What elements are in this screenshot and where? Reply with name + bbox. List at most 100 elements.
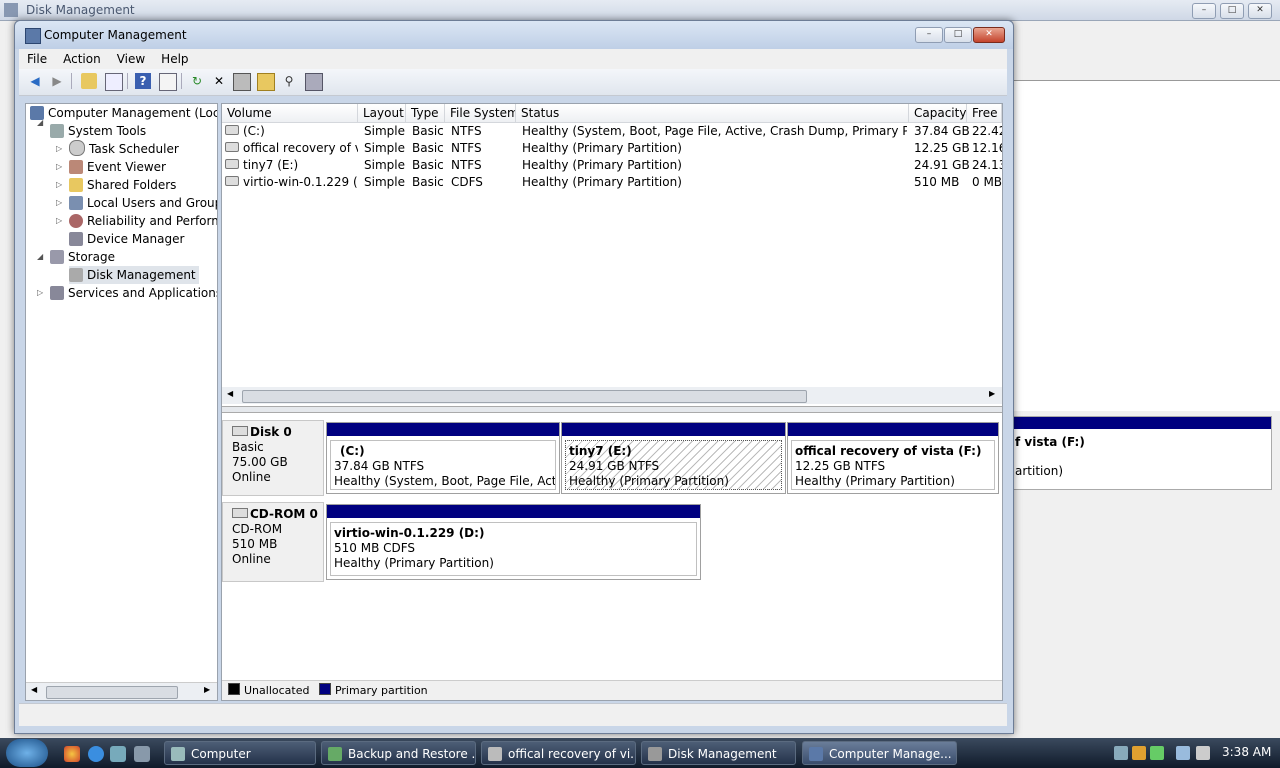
- help-icon[interactable]: ?: [135, 73, 151, 89]
- bg-minimize-button[interactable]: –: [1192, 3, 1216, 19]
- expand-icon[interactable]: ▷: [56, 180, 64, 189]
- disk-settings-icon[interactable]: [305, 73, 323, 91]
- tree-item-system-tools[interactable]: System Tools: [50, 122, 146, 140]
- disk-0-info[interactable]: Disk 0 Basic 75.00 GB Online: [222, 420, 324, 496]
- delete-icon[interactable]: ✕: [211, 73, 227, 89]
- collapse-icon[interactable]: ◢: [37, 118, 45, 127]
- network-status-icon[interactable]: [1176, 746, 1190, 760]
- tools-icon: [50, 124, 64, 138]
- tree-item-local-users[interactable]: Local Users and Groups: [69, 194, 217, 212]
- minimize-button[interactable]: –: [915, 27, 943, 43]
- menu-file[interactable]: File: [19, 49, 55, 69]
- menu-action[interactable]: Action: [55, 49, 109, 69]
- column-file-system[interactable]: File System: [445, 104, 516, 122]
- scroll-left-icon[interactable]: ◀: [31, 685, 37, 694]
- expand-icon[interactable]: ▷: [56, 144, 64, 153]
- tree-item-services[interactable]: Services and Applications: [50, 284, 217, 302]
- tree-item-event-viewer[interactable]: Event Viewer: [69, 158, 166, 176]
- properties-pane-icon[interactable]: [159, 73, 177, 91]
- maximize-button[interactable]: □: [944, 27, 972, 43]
- open-folder-icon[interactable]: [257, 73, 275, 91]
- bg-maximize-button[interactable]: □: [1220, 3, 1244, 19]
- partition-c[interactable]: (C:) 37.84 GB NTFS Healthy (System, Boot…: [326, 422, 560, 494]
- expand-icon[interactable]: ▷: [56, 216, 64, 225]
- bg-partition-label: f vista (F:): [1015, 435, 1085, 449]
- partition-size: 510 MB CDFS: [334, 541, 416, 555]
- network-icon[interactable]: [1114, 746, 1128, 760]
- backup-icon: [328, 747, 342, 761]
- tree-item-device-manager[interactable]: Device Manager: [69, 230, 184, 248]
- chrome-icon[interactable]: [64, 746, 80, 762]
- taskbar-clock[interactable]: 3:38 AM: [1222, 745, 1271, 759]
- show-desktop-icon[interactable]: [110, 746, 126, 762]
- expand-icon[interactable]: ▷: [56, 198, 64, 207]
- status-cell: Healthy (Primary Partition): [522, 175, 682, 189]
- type-cell: Basic: [412, 158, 444, 172]
- task-label: Computer: [191, 747, 251, 761]
- file-system-cell: NTFS: [451, 124, 482, 138]
- tree-horizontal-scrollbar[interactable]: ◀ ▶: [26, 682, 217, 700]
- task-disk-management[interactable]: Disk Management: [641, 741, 796, 765]
- scroll-right-icon[interactable]: ▶: [989, 389, 995, 398]
- show-hide-tree-icon[interactable]: [105, 73, 123, 91]
- task-backup-restore[interactable]: Backup and Restore ...: [321, 741, 476, 765]
- column-layout[interactable]: Layout: [358, 104, 406, 122]
- collapse-icon[interactable]: ◢: [37, 252, 45, 261]
- expand-icon[interactable]: ▷: [56, 162, 64, 171]
- status-bar: [19, 703, 1007, 726]
- list-horizontal-scrollbar[interactable]: ◀ ▶: [222, 387, 1002, 404]
- scroll-left-icon[interactable]: ◀: [227, 389, 233, 398]
- task-computer[interactable]: Computer: [164, 741, 316, 765]
- refresh-icon[interactable]: ↻: [189, 73, 205, 89]
- task-recovery-drive[interactable]: offical recovery of vi...: [481, 741, 636, 765]
- search-icon[interactable]: ⚲: [281, 73, 297, 89]
- close-button[interactable]: ✕: [973, 27, 1005, 43]
- forward-arrow-icon[interactable]: ▶: [49, 73, 65, 89]
- pane-splitter[interactable]: [222, 406, 1002, 413]
- tree-item-disk-management[interactable]: Disk Management: [69, 266, 199, 284]
- partition-body: offical recovery of vista (F:) 12.25 GB …: [791, 440, 995, 490]
- partition-bar: [327, 423, 559, 436]
- free-space-cell: 0 MB: [972, 175, 1002, 189]
- partition-d[interactable]: virtio-win-0.1.229 (D:) 510 MB CDFS Heal…: [326, 504, 701, 580]
- tree-item-reliability[interactable]: Reliability and Performa: [69, 212, 217, 230]
- scrollbar-thumb[interactable]: [242, 390, 807, 403]
- volume-muted-icon[interactable]: [1196, 746, 1210, 760]
- security-shield-icon[interactable]: [1132, 746, 1146, 760]
- cdrom-0-info[interactable]: CD-ROM 0 CD-ROM 510 MB Online: [222, 502, 324, 582]
- tree-item-storage[interactable]: Storage: [50, 248, 115, 266]
- column-capacity[interactable]: Capacity: [909, 104, 967, 122]
- scrollbar-thumb[interactable]: [46, 686, 178, 699]
- column-free-space[interactable]: Free S: [967, 104, 1002, 122]
- free-space-cell: 12.16: [972, 141, 1002, 155]
- back-arrow-icon[interactable]: ◀: [27, 73, 43, 89]
- tree-item-task-scheduler[interactable]: Task Scheduler: [69, 140, 179, 158]
- window-titlebar[interactable]: Computer Management – □ ✕: [15, 21, 1013, 49]
- tree-item-shared-folders[interactable]: Shared Folders: [69, 176, 176, 194]
- column-type[interactable]: Type: [406, 104, 445, 122]
- partition-title: virtio-win-0.1.229 (D:): [334, 526, 485, 540]
- bg-close-button[interactable]: ✕: [1248, 3, 1272, 19]
- tree-item-label: Device Manager: [87, 232, 185, 246]
- background-window-titlebar[interactable]: Disk Management – □ ✕: [0, 0, 1280, 21]
- menu-help[interactable]: Help: [153, 49, 196, 69]
- switch-windows-icon[interactable]: [134, 746, 150, 762]
- background-partition-f[interactable]: f vista (F:) artition): [1012, 416, 1272, 490]
- start-button[interactable]: [6, 739, 48, 767]
- column-status[interactable]: Status: [516, 104, 909, 122]
- partition-f[interactable]: offical recovery of vista (F:) 12.25 GB …: [787, 422, 999, 494]
- internet-explorer-icon[interactable]: [88, 746, 104, 762]
- up-folder-icon[interactable]: [81, 73, 97, 89]
- file-system-cell: CDFS: [451, 175, 483, 189]
- menu-view[interactable]: View: [109, 49, 153, 69]
- file-system-cell: NTFS: [451, 141, 482, 155]
- expand-icon[interactable]: ▷: [37, 288, 45, 297]
- tree-item-computer-management[interactable]: Computer Management (Local: [30, 104, 217, 122]
- windows-update-icon[interactable]: [1150, 746, 1164, 760]
- background-list-pane: [1010, 80, 1280, 411]
- scroll-right-icon[interactable]: ▶: [204, 685, 210, 694]
- partition-e[interactable]: tiny7 (E:) 24.91 GB NTFS Healthy (Primar…: [561, 422, 786, 494]
- task-computer-management[interactable]: Computer Manage...: [802, 741, 957, 765]
- column-volume[interactable]: Volume: [222, 104, 358, 122]
- properties-icon[interactable]: [233, 73, 251, 91]
